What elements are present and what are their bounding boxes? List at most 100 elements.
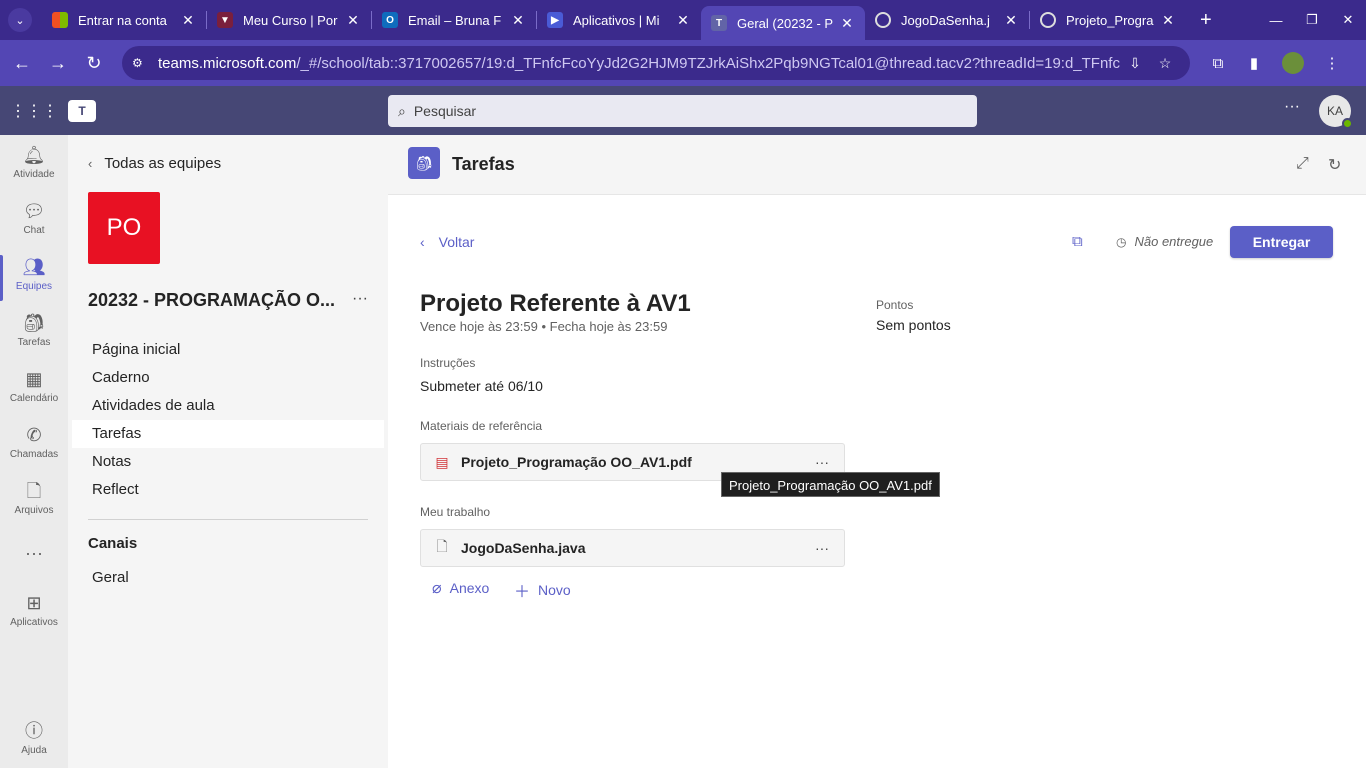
more-icon: ··· xyxy=(25,543,43,563)
browser-toolbar: ← → ↻ ⚙ teams.microsoft.com/_#/school/ta… xyxy=(0,40,1366,86)
tab-search-icon[interactable]: ⌄ xyxy=(8,8,32,32)
back-button[interactable]: ‹ Voltar xyxy=(420,234,474,250)
rail-label: Aplicativos xyxy=(10,617,58,628)
more-options-icon[interactable]: ··· xyxy=(812,454,832,470)
more-options-icon[interactable]: ··· xyxy=(1284,98,1300,116)
maximize-icon[interactable]: ❐ xyxy=(1294,12,1330,28)
microsoft-icon xyxy=(52,12,68,28)
browser-tab[interactable]: ▼ Meu Curso | Por ✕ xyxy=(207,0,371,40)
rail-item-arquivos[interactable]: 🗋 Arquivos xyxy=(0,479,68,531)
divider xyxy=(88,519,368,520)
help-icon: ⓘ xyxy=(25,721,43,741)
app-header: 🎒︎ Tarefas ⤢ ↻ xyxy=(388,135,1366,195)
rail-label: Atividade xyxy=(13,169,55,180)
rail-label: Tarefas xyxy=(17,337,51,348)
immersive-reader-icon[interactable]: ⧉ xyxy=(1072,233,1083,250)
rail-item-more[interactable]: ··· xyxy=(0,541,68,593)
plus-icon: ＋ xyxy=(514,584,531,601)
minimize-icon[interactable]: ― xyxy=(1258,13,1294,28)
team-nav-item[interactable]: Reflect xyxy=(72,476,384,504)
rail-label: Chat xyxy=(23,225,45,236)
rail-item-chamadas[interactable]: ✆ Chamadas xyxy=(0,423,68,475)
clock-icon: ◷ xyxy=(1116,234,1127,249)
team-nav-item[interactable]: Caderno xyxy=(72,364,384,392)
rail-item-chat[interactable]: 💬︎ Chat xyxy=(0,199,68,251)
channels-heading[interactable]: Canais xyxy=(88,535,137,552)
avatar[interactable]: KA xyxy=(1319,95,1353,129)
browser-tab-strip: ⌄ Entrar na conta ✕ ▼ Meu Curso | Por ✕ … xyxy=(0,0,1366,40)
rail-label: Chamadas xyxy=(9,449,59,460)
team-more-icon[interactable]: ··· xyxy=(352,290,368,308)
rail-item-aplicativos[interactable]: ⊞ Aplicativos xyxy=(0,591,68,643)
app-title: Tarefas xyxy=(452,154,515,174)
tab-title: JogoDaSenha.j xyxy=(901,12,990,28)
app-launcher-icon[interactable]: ⋮⋮⋮ xyxy=(0,101,68,121)
team-nav-item[interactable]: Notas xyxy=(72,448,384,476)
tab-title: Projeto_Progra xyxy=(1066,12,1154,28)
forward-arrow-icon[interactable]: → xyxy=(40,45,76,81)
browser-tab-active[interactable]: T Geral (20232 - P ✕ xyxy=(701,6,865,40)
team-nav: Página inicial Caderno Atividades de aul… xyxy=(72,336,384,504)
side-panel-icon[interactable]: ▮ xyxy=(1236,54,1272,72)
close-icon[interactable]: ✕ xyxy=(510,12,526,29)
channel-item[interactable]: Geral xyxy=(92,569,129,586)
browser-tab[interactable]: ▶ Aplicativos | Mi ✕ xyxy=(537,0,701,40)
search-input[interactable]: ⌕ Pesquisar xyxy=(388,95,977,127)
team-initials: PO xyxy=(106,214,142,241)
address-bar[interactable]: ⚙ teams.microsoft.com/_#/school/tab::371… xyxy=(122,46,1190,80)
teams-icon: T xyxy=(711,15,727,31)
close-icon[interactable]: ✕ xyxy=(675,12,691,29)
new-button[interactable]: ＋ Novo xyxy=(514,578,571,602)
avatar-initials: KA xyxy=(1326,104,1343,118)
my-work-file-card[interactable]: 🗋 JogoDaSenha.java ··· xyxy=(420,529,845,567)
rail-item-calendario[interactable]: ▦ Calendário xyxy=(0,367,68,419)
extensions-icon[interactable]: ⧉ xyxy=(1200,55,1236,72)
submit-button[interactable]: Entregar xyxy=(1230,226,1333,258)
globe-icon xyxy=(1040,12,1056,28)
browser-tab[interactable]: O Email – Bruna F ✕ xyxy=(372,0,536,40)
site-info-icon[interactable]: ⚙ xyxy=(132,56,150,70)
browser-menu-icon[interactable]: ⋮ xyxy=(1314,54,1350,72)
install-app-icon[interactable]: ⇩ xyxy=(1120,55,1150,72)
team-nav-item[interactable]: Atividades de aula xyxy=(72,392,384,420)
rail-item-ajuda[interactable]: ⓘ Ajuda xyxy=(0,719,68,768)
app-rail: 🔔︎ Atividade 💬︎ Chat 👥︎ Equipes 🎒︎ Taref… xyxy=(0,135,68,768)
back-arrow-icon[interactable]: ← xyxy=(4,45,40,81)
closes-text: Fecha hoje às 23:59 xyxy=(549,319,668,334)
presence-available-icon xyxy=(1342,118,1353,129)
calendar-icon: ▦ xyxy=(25,369,43,389)
close-icon[interactable]: ✕ xyxy=(839,15,855,32)
window-controls: ― ❐ ✕ xyxy=(1258,0,1366,40)
new-tab-button[interactable]: + xyxy=(1200,9,1212,32)
status-text: Não entregue xyxy=(1134,234,1214,249)
outlook-icon: O xyxy=(382,12,398,28)
browser-tab[interactable]: Entrar na conta ✕ xyxy=(42,0,206,40)
attach-label: Anexo xyxy=(449,580,490,596)
all-teams-link[interactable]: ‹ Todas as equipes xyxy=(88,155,221,172)
close-icon[interactable]: ✕ xyxy=(1160,12,1176,29)
reference-label: Materiais de referência xyxy=(420,419,543,433)
close-window-icon[interactable]: ✕ xyxy=(1330,12,1366,28)
team-nav-item[interactable]: Página inicial xyxy=(72,336,384,364)
reload-icon[interactable]: ↻ xyxy=(76,45,112,81)
rail-item-atividade[interactable]: 🔔︎ Atividade xyxy=(0,143,68,195)
bookmark-star-icon[interactable]: ☆ xyxy=(1150,55,1180,72)
points-label: Pontos xyxy=(876,298,914,312)
team-nav-item-active[interactable]: Tarefas xyxy=(72,420,384,448)
browser-tab[interactable]: Projeto_Progra ✕ xyxy=(1030,0,1186,40)
profile-avatar[interactable] xyxy=(1282,52,1304,74)
refresh-icon[interactable]: ↻ xyxy=(1328,155,1341,175)
close-icon[interactable]: ✕ xyxy=(345,12,361,29)
browser-tab[interactable]: JogoDaSenha.j ✕ xyxy=(865,0,1029,40)
all-teams-label: Todas as equipes xyxy=(104,155,222,172)
more-options-icon[interactable]: ··· xyxy=(812,540,832,556)
close-icon[interactable]: ✕ xyxy=(1003,12,1019,29)
rail-item-tarefas[interactable]: 🎒︎ Tarefas xyxy=(0,311,68,363)
close-icon[interactable]: ✕ xyxy=(180,12,196,29)
attach-button[interactable]: ⌀ Anexo xyxy=(432,578,489,598)
expand-icon[interactable]: ⤢ xyxy=(1296,155,1309,173)
backpack-icon: 🎒︎ xyxy=(408,147,440,179)
search-placeholder: Pesquisar xyxy=(413,103,477,119)
rail-item-equipes[interactable]: 👥︎ Equipes xyxy=(0,255,68,307)
teams-logo-icon: T xyxy=(68,99,96,122)
